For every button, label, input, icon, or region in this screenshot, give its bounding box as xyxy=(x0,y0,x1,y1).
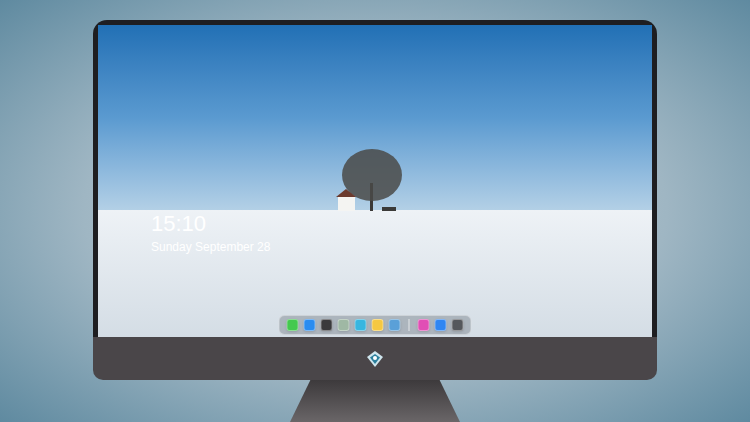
date: Sunday September 28 xyxy=(151,239,270,255)
dock-app-icon[interactable] xyxy=(372,319,384,331)
dock-app-icon[interactable] xyxy=(321,319,333,331)
dock-app-icon[interactable] xyxy=(304,319,316,331)
dock-separator xyxy=(409,319,410,331)
logo-icon xyxy=(366,350,384,368)
dock-app-icon[interactable] xyxy=(418,319,430,331)
monitor-bezel: 15:10 Sunday September 28 xyxy=(93,20,657,337)
dock-app-icon[interactable] xyxy=(287,319,299,331)
dock-app-icon[interactable] xyxy=(355,319,367,331)
monitor-stand xyxy=(290,380,460,422)
page: 15:10 Sunday September 28 xyxy=(0,0,750,422)
screen: 15:10 Sunday September 28 xyxy=(98,25,652,337)
lock-screen-clock: 15:10 Sunday September 28 xyxy=(151,211,270,255)
dock xyxy=(279,315,472,335)
time: 15:10 xyxy=(151,211,270,237)
dock-app-icon[interactable] xyxy=(435,319,447,331)
monitor: 15:10 Sunday September 28 xyxy=(93,20,657,422)
dock-app-icon[interactable] xyxy=(389,319,401,331)
monitor-chin xyxy=(93,337,657,380)
dock-app-icon[interactable] xyxy=(452,319,464,331)
tree-house-icon xyxy=(332,147,412,213)
dock-app-icon[interactable] xyxy=(338,319,350,331)
